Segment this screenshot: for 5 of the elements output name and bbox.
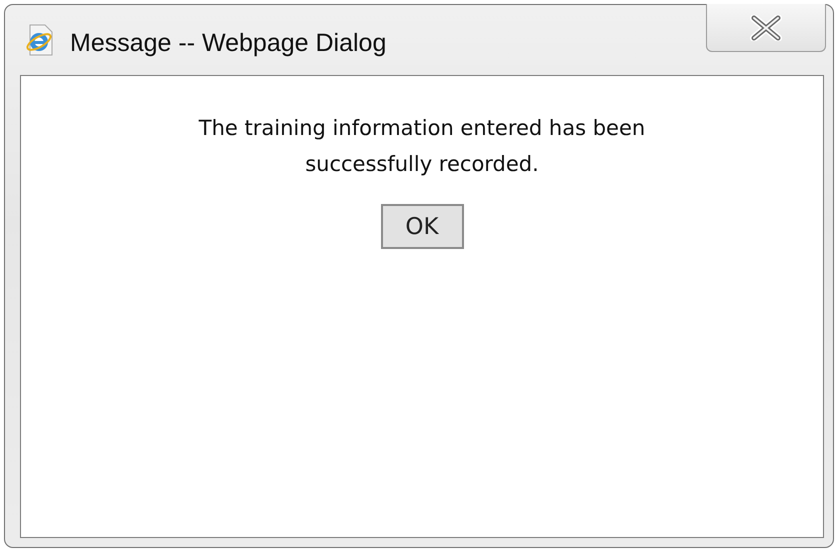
close-button[interactable] <box>706 4 826 52</box>
ok-button[interactable]: OK <box>380 204 464 249</box>
close-icon <box>748 14 784 40</box>
window-title: Message -- Webpage Dialog <box>70 28 386 58</box>
message-text: The training information entered has been successfully recorded. <box>198 115 646 178</box>
